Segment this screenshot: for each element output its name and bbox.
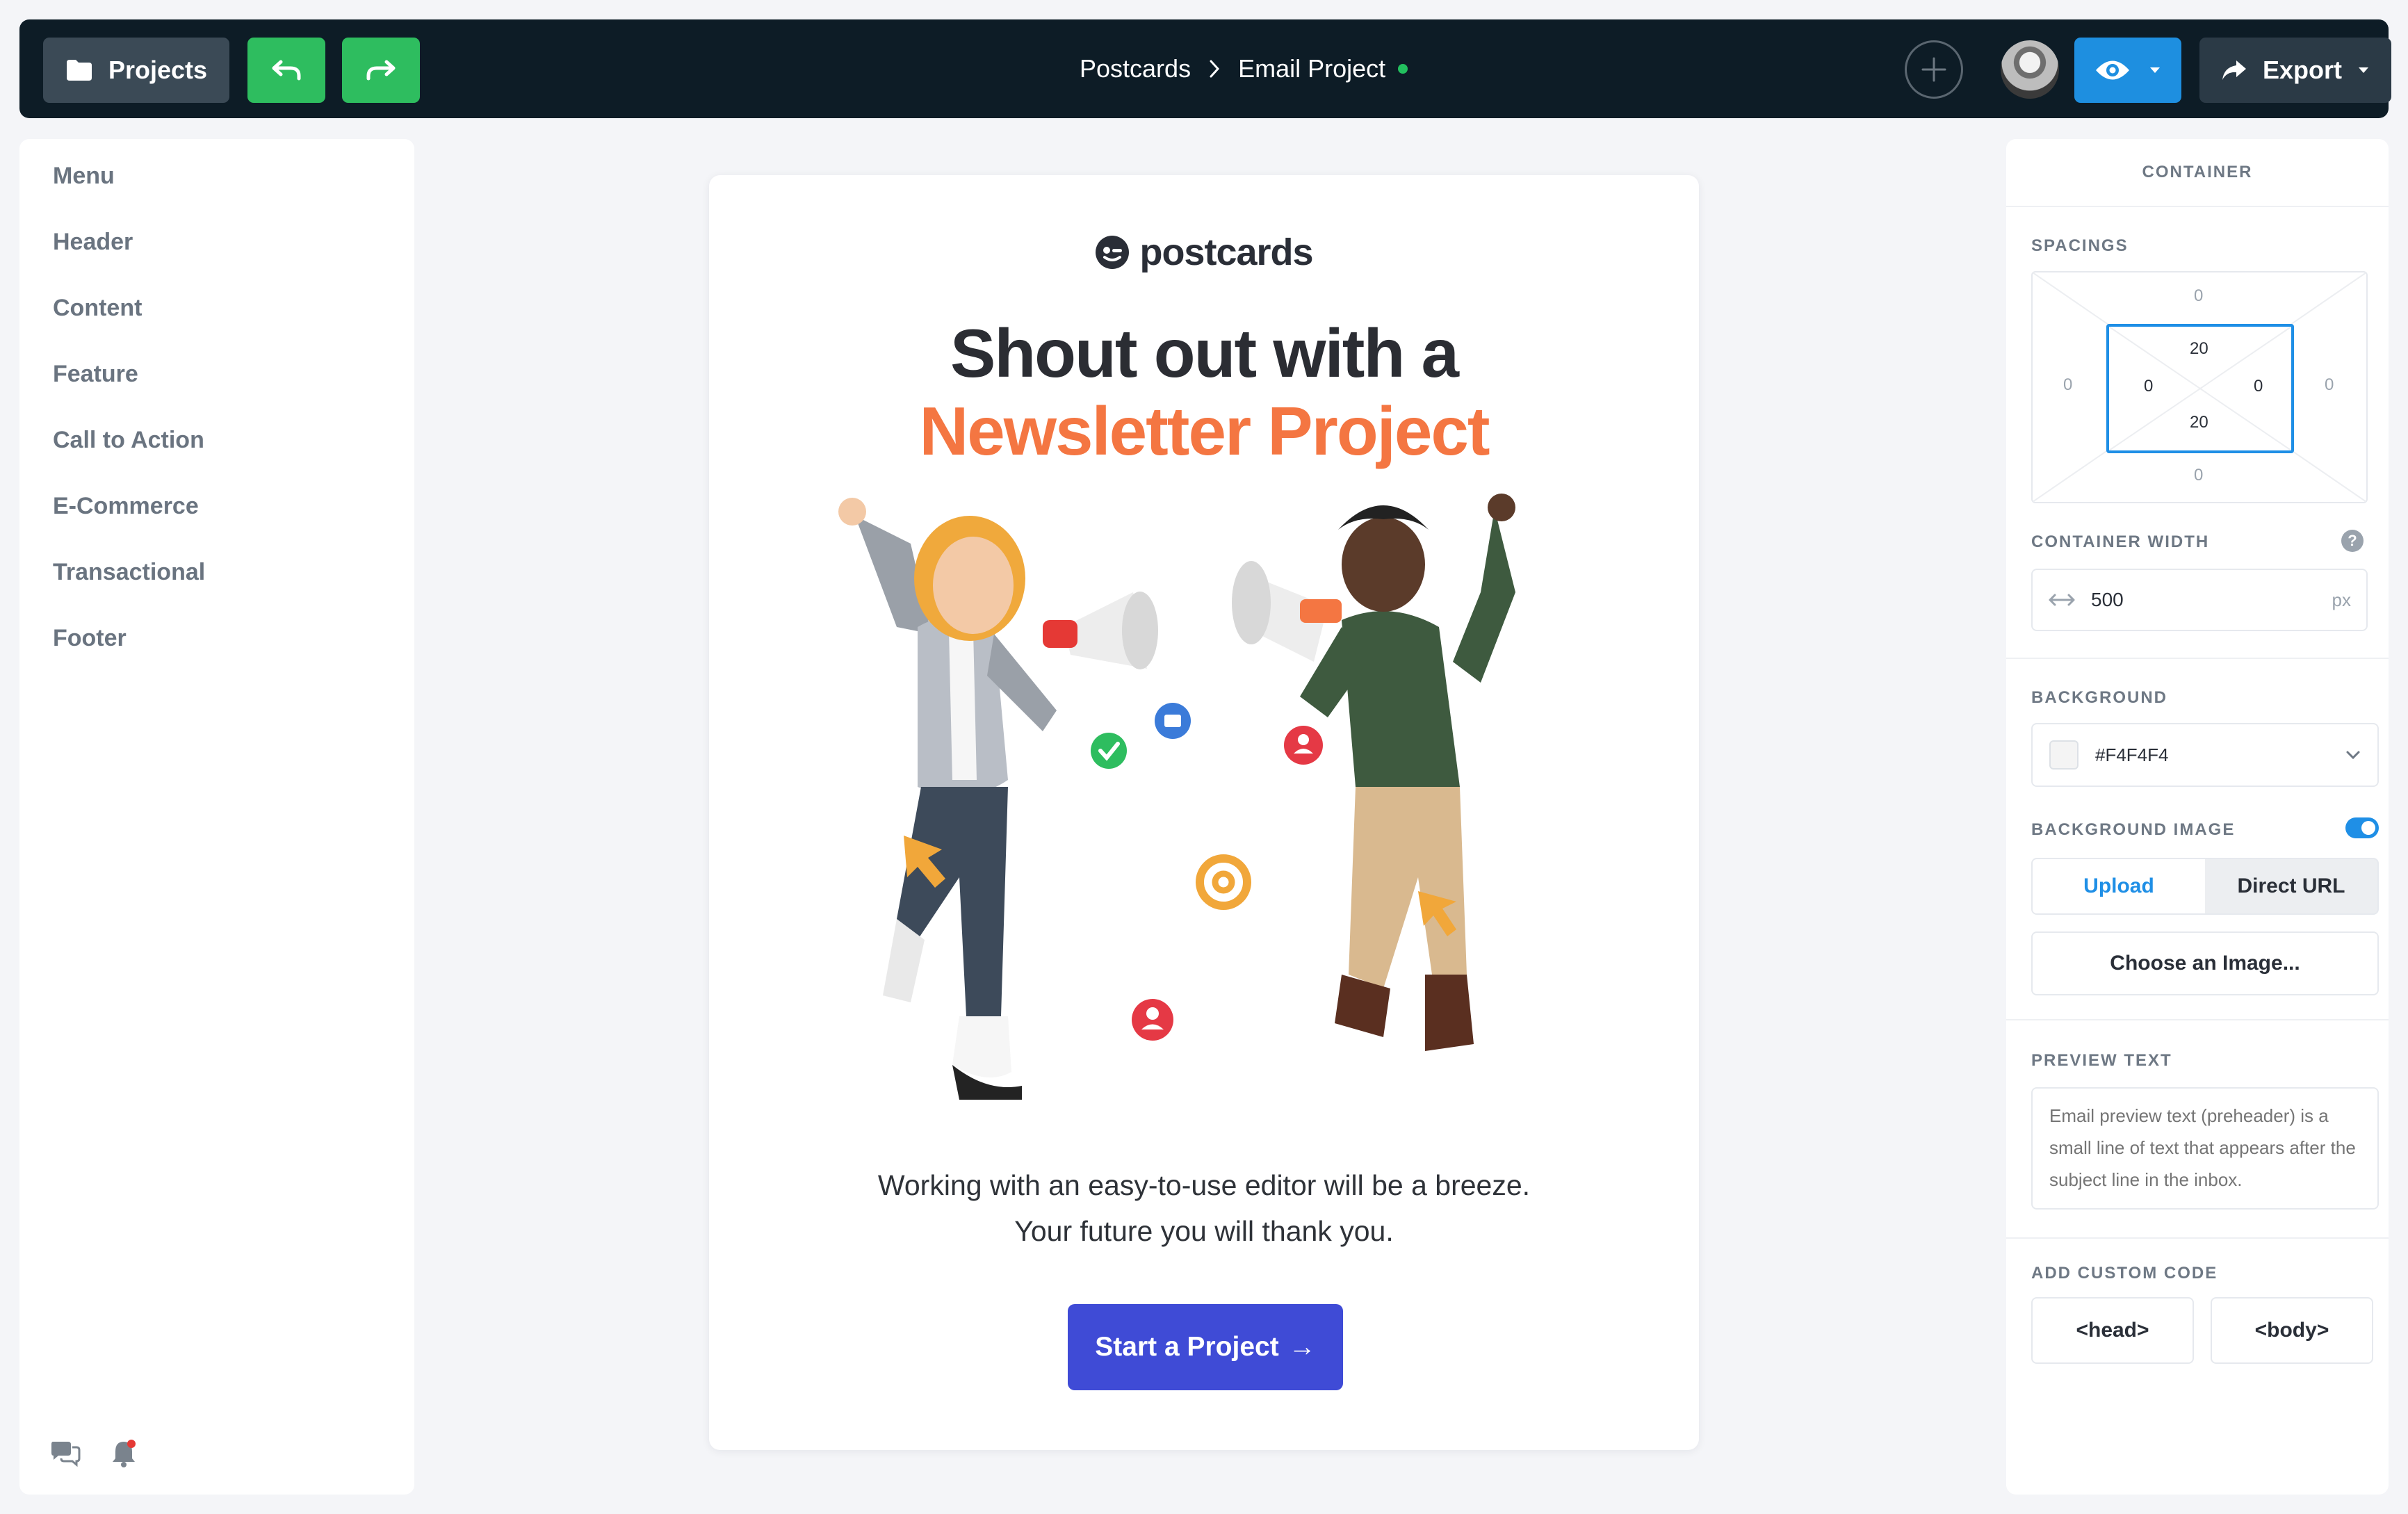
margin-top-value[interactable]: 0 xyxy=(2194,286,2203,306)
breadcrumb: Postcards Email Project xyxy=(1080,19,1408,118)
bell-icon[interactable] xyxy=(110,1439,138,1468)
caret-down-icon xyxy=(2359,67,2368,73)
hero-illustration xyxy=(838,494,1515,1100)
breadcrumb-current: Email Project xyxy=(1238,54,1386,83)
sidebar-item-call-to-action[interactable]: Call to Action xyxy=(53,427,204,454)
sidebar-item-footer[interactable]: Footer xyxy=(53,625,127,652)
sidebar-item-e-commerce[interactable]: E-Commerce xyxy=(53,493,199,520)
person-left-figure xyxy=(838,498,1057,1100)
tab-direct-url[interactable]: Direct URL xyxy=(2205,859,2377,913)
margin-left-value[interactable]: 0 xyxy=(2063,375,2072,395)
arrow-right-icon: → xyxy=(1288,1332,1316,1362)
background-color-value: #F4F4F4 xyxy=(2095,744,2169,765)
body-code-button[interactable]: <body> xyxy=(2211,1297,2373,1364)
custom-code-label: ADD CUSTOM CODE xyxy=(2031,1264,2218,1283)
projects-label: Projects xyxy=(108,56,208,84)
at-sign-icon xyxy=(1196,854,1251,910)
sidebar-item-menu[interactable]: Menu xyxy=(53,163,115,190)
sidebar-item-transactional[interactable]: Transactional xyxy=(53,559,205,586)
start-project-button[interactable]: Start a Project → xyxy=(1068,1304,1343,1390)
email-canvas[interactable]: postcards Shout out with a Newsletter Pr… xyxy=(709,175,1699,1450)
choose-image-button[interactable]: Choose an Image... xyxy=(2031,931,2379,995)
postcards-logo-icon xyxy=(1096,236,1130,269)
user-badge-icon xyxy=(1284,726,1323,765)
folder-icon xyxy=(66,60,92,81)
properties-panel: CONTAINER SPACINGS 0 0 0 0 20 0 0 20 CON… xyxy=(2006,139,2389,1495)
redo-button[interactable] xyxy=(342,38,420,103)
projects-button[interactable]: Projects xyxy=(43,38,229,103)
background-image-toggle[interactable] xyxy=(2345,817,2379,838)
divider xyxy=(2006,658,2389,659)
top-toolbar: Projects Postcards Email Project Export xyxy=(19,19,2391,118)
headline-line-2: Newsletter Project xyxy=(919,393,1490,469)
person-right-figure xyxy=(1300,494,1515,1051)
background-image-source-tabs: Upload Direct URL xyxy=(2031,858,2379,915)
container-width-label: CONTAINER WIDTH xyxy=(2031,532,2210,551)
spacing-editor: 0 0 0 0 20 0 0 20 xyxy=(2031,271,2368,503)
container-width-input[interactable]: 500 px xyxy=(2031,569,2368,631)
user-badge-icon xyxy=(1132,999,1173,1041)
preview-text-input[interactable] xyxy=(2031,1087,2379,1210)
check-badge-icon xyxy=(1091,733,1127,769)
status-dot xyxy=(1398,64,1408,74)
cta-label: Start a Project xyxy=(1095,1332,1279,1362)
photo-badge-icon xyxy=(1155,703,1191,739)
color-swatch xyxy=(2049,740,2078,770)
email-headline: Shout out with a Newsletter Project xyxy=(709,314,1699,470)
export-button[interactable]: Export xyxy=(2199,38,2391,103)
head-code-button[interactable]: <head> xyxy=(2031,1297,2194,1364)
caret-down-icon xyxy=(2150,67,2160,73)
panel-title: CONTAINER xyxy=(2142,163,2253,181)
padding-top-value[interactable]: 20 xyxy=(2190,339,2208,359)
share-arrow-icon xyxy=(2222,60,2246,80)
margin-right-value[interactable]: 0 xyxy=(2325,375,2334,395)
background-image-label: BACKGROUND IMAGE xyxy=(2031,820,2236,839)
avatar[interactable] xyxy=(2001,40,2059,99)
padding-right-value[interactable]: 0 xyxy=(2254,377,2263,396)
add-collaborator-button[interactable] xyxy=(1905,40,1963,99)
email-body-text: Working with an easy-to-use editor will … xyxy=(877,1169,1531,1247)
megaphone-right xyxy=(1232,561,1342,662)
undo-icon xyxy=(272,60,301,81)
sidebar-item-feature[interactable]: Feature xyxy=(53,361,138,388)
export-label: Export xyxy=(2262,56,2342,84)
megaphone-left xyxy=(1043,592,1158,669)
redo-icon xyxy=(366,60,396,81)
background-label: BACKGROUND xyxy=(2031,688,2167,707)
preview-button[interactable] xyxy=(2074,38,2181,103)
padding-left-value[interactable]: 0 xyxy=(2144,377,2153,396)
breadcrumb-parent[interactable]: Postcards xyxy=(1080,54,1191,83)
margin-bottom-value[interactable]: 0 xyxy=(2194,466,2203,485)
eye-icon xyxy=(2096,60,2129,80)
chat-icon[interactable] xyxy=(50,1439,81,1467)
tab-upload[interactable]: Upload xyxy=(2033,859,2205,913)
help-icon[interactable]: ? xyxy=(2341,530,2364,552)
plus-icon xyxy=(1921,57,1946,82)
blocks-sidebar: Menu Header Content Feature Call to Acti… xyxy=(19,139,414,1495)
divider xyxy=(2006,206,2389,207)
sidebar-item-content[interactable]: Content xyxy=(53,295,142,322)
padding-box: 20 0 0 20 xyxy=(2106,324,2294,453)
undo-button[interactable] xyxy=(247,38,325,103)
container-width-unit: px xyxy=(2332,589,2351,610)
spacings-label: SPACINGS xyxy=(2031,236,2129,255)
divider xyxy=(2006,1019,2389,1020)
preview-text-label: PREVIEW TEXT xyxy=(2031,1051,2172,1070)
headline-line-1: Shout out with a xyxy=(950,315,1459,391)
logo-text: postcards xyxy=(1139,231,1313,273)
container-width-value: 500 xyxy=(2091,589,2124,610)
sidebar-item-header[interactable]: Header xyxy=(53,229,133,256)
padding-bottom-value[interactable]: 20 xyxy=(2190,413,2208,432)
postcards-logo: postcards xyxy=(709,231,1699,274)
divider xyxy=(2006,1237,2389,1239)
resize-horizontal-icon xyxy=(2049,594,2075,606)
chevron-down-icon xyxy=(2346,751,2360,760)
chevron-right-icon xyxy=(1210,60,1220,78)
background-color-select[interactable]: #F4F4F4 xyxy=(2031,723,2379,787)
